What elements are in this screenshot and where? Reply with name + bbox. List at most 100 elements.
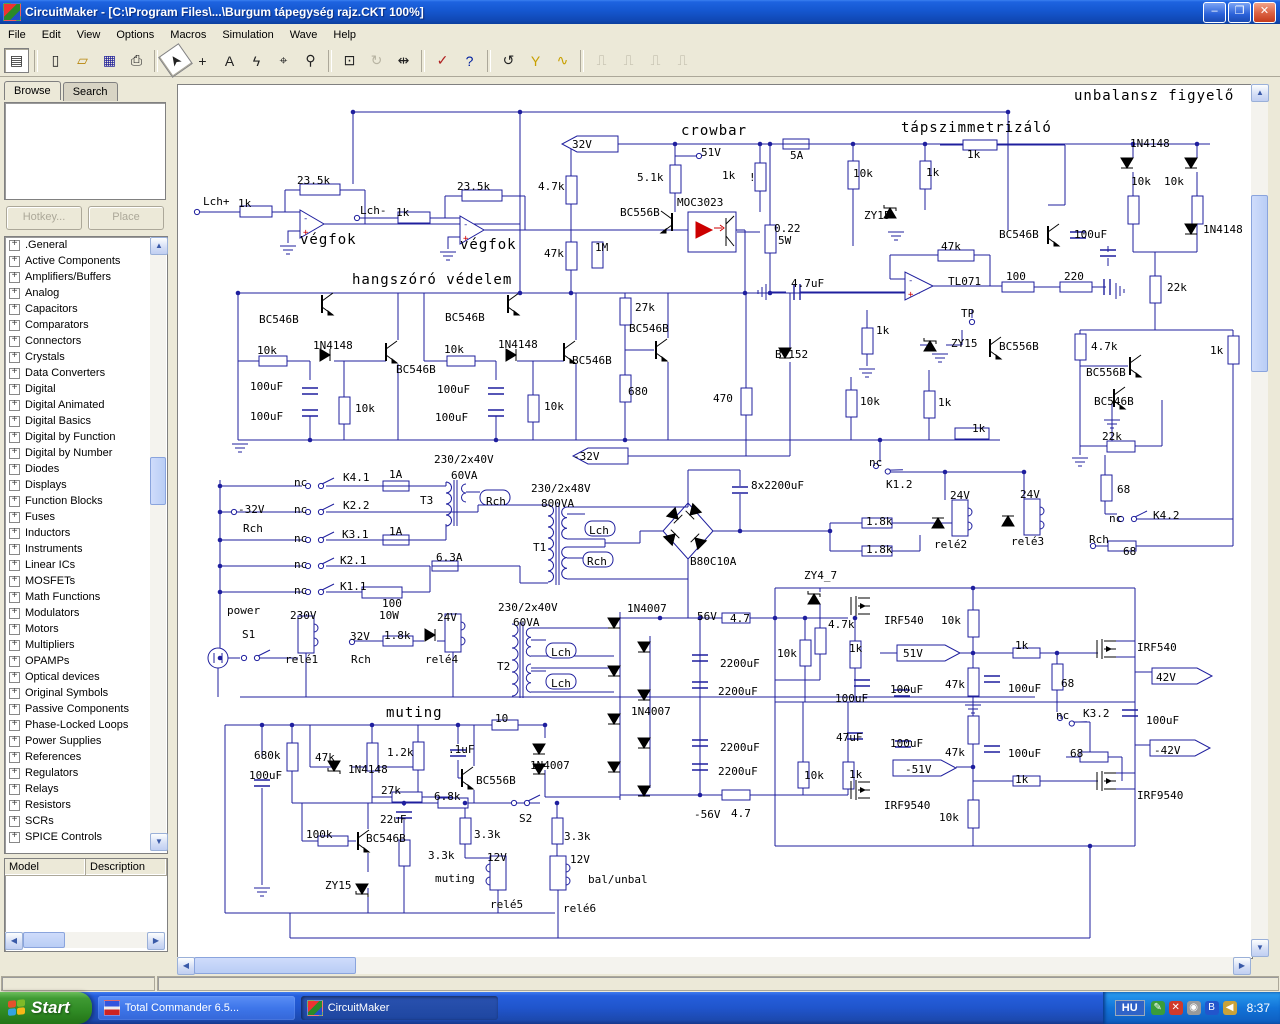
- wire-tool-icon[interactable]: +: [190, 48, 215, 73]
- expand-icon[interactable]: [9, 670, 20, 683]
- tree-item-power-supplies[interactable]: Power Supplies: [5, 733, 167, 749]
- open-file-icon[interactable]: ▱: [70, 48, 95, 73]
- help-icon[interactable]: ?: [457, 48, 482, 73]
- expand-icon[interactable]: [9, 830, 20, 843]
- expand-icon[interactable]: [9, 430, 20, 443]
- expand-icon[interactable]: [9, 382, 20, 395]
- tree-item-digital-by-function[interactable]: Digital by Function: [5, 429, 167, 445]
- task-circuitmaker[interactable]: CircuitMaker: [300, 996, 498, 1020]
- save-file-icon[interactable]: ▦: [97, 48, 122, 73]
- expand-icon[interactable]: [9, 494, 20, 507]
- tree-item-references[interactable]: References: [5, 749, 167, 765]
- tree-item-original-symbols[interactable]: Original Symbols: [5, 685, 167, 701]
- tree-item-analog[interactable]: Analog: [5, 285, 167, 301]
- tree-item-phase-locked-loops[interactable]: Phase-Locked Loops: [5, 717, 167, 733]
- model-column-header[interactable]: Model: [5, 859, 86, 875]
- menu-options[interactable]: Options: [108, 26, 162, 44]
- close-button[interactable]: ✕: [1253, 1, 1276, 23]
- digital-analog-switch-icon[interactable]: ✓: [430, 48, 455, 73]
- tree-item-resistors[interactable]: Resistors: [5, 797, 167, 813]
- menu-simulation[interactable]: Simulation: [214, 26, 281, 44]
- split-view-icon[interactable]: ⇹: [391, 48, 416, 73]
- expand-icon[interactable]: [9, 254, 20, 267]
- tree-item-opamps[interactable]: OPAMPs: [5, 653, 167, 669]
- zoom-tool-icon[interactable]: ⚲: [298, 48, 323, 73]
- volume-icon[interactable]: ◀: [1222, 1001, 1237, 1015]
- expand-icon[interactable]: [9, 478, 20, 491]
- tree-item-displays[interactable]: Displays: [5, 477, 167, 493]
- tree-item-digital-by-number[interactable]: Digital by Number: [5, 445, 167, 461]
- menu-edit[interactable]: Edit: [34, 26, 69, 44]
- tree-item-linear-ics[interactable]: Linear ICs: [5, 557, 167, 573]
- expand-icon[interactable]: [9, 686, 20, 699]
- expand-icon[interactable]: [9, 510, 20, 523]
- expand-icon[interactable]: [9, 622, 20, 635]
- expand-icon[interactable]: [9, 542, 20, 555]
- expand-icon[interactable]: [9, 286, 20, 299]
- expand-icon[interactable]: [9, 718, 20, 731]
- tablet-pen-icon[interactable]: ✎: [1150, 1001, 1165, 1015]
- tree-item-digital[interactable]: Digital: [5, 381, 167, 397]
- tree-item-crystals[interactable]: Crystals: [5, 349, 167, 365]
- scroll-up-icon[interactable]: ▲: [150, 237, 168, 255]
- tree-item-data-converters[interactable]: Data Converters: [5, 365, 167, 381]
- place-button[interactable]: Place: [88, 206, 164, 230]
- expand-icon[interactable]: [9, 270, 20, 283]
- expand-icon[interactable]: [9, 414, 20, 427]
- expand-icon[interactable]: [9, 590, 20, 603]
- scope-4-icon[interactable]: ⎍: [670, 48, 695, 73]
- scroll-right-icon[interactable]: ▶: [1233, 957, 1251, 975]
- expand-icon[interactable]: [9, 302, 20, 315]
- tree-item-optical-devices[interactable]: Optical devices: [5, 669, 167, 685]
- scope-3-icon[interactable]: ⎍: [643, 48, 668, 73]
- security-alert-icon[interactable]: ✕: [1168, 1001, 1183, 1015]
- scroll-right-icon[interactable]: ▶: [147, 932, 165, 950]
- probe-tool-icon[interactable]: ⌖: [271, 48, 296, 73]
- expand-icon[interactable]: [9, 398, 20, 411]
- tree-scrollbar[interactable]: ▲ ▼: [150, 237, 168, 851]
- expand-icon[interactable]: [9, 462, 20, 475]
- tree-scroll-thumb[interactable]: [150, 457, 166, 505]
- menu-wave[interactable]: Wave: [282, 26, 326, 44]
- bluetooth-icon[interactable]: B: [1204, 1001, 1219, 1015]
- tree-item-digital-animated[interactable]: Digital Animated: [5, 397, 167, 413]
- expand-icon[interactable]: [9, 638, 20, 651]
- select-tool-icon[interactable]: ➤: [158, 43, 193, 78]
- menu-macros[interactable]: Macros: [162, 26, 214, 44]
- expand-icon[interactable]: [9, 750, 20, 763]
- expand-icon[interactable]: [9, 814, 20, 827]
- canvas-hscroll-thumb[interactable]: [194, 957, 356, 974]
- tools-icon[interactable]: Y: [523, 48, 548, 73]
- reset-simulation-icon[interactable]: ↺: [496, 48, 521, 73]
- tree-item-active-components[interactable]: Active Components: [5, 253, 167, 269]
- tree-item-math-functions[interactable]: Math Functions: [5, 589, 167, 605]
- scroll-down-icon[interactable]: ▼: [1251, 939, 1269, 957]
- scroll-down-icon[interactable]: ▼: [150, 833, 168, 851]
- rotate-block-icon[interactable]: ↻: [364, 48, 389, 73]
- canvas-hscrollbar[interactable]: ◀ ▶: [177, 957, 1251, 975]
- tree-item-function-blocks[interactable]: Function Blocks: [5, 493, 167, 509]
- canvas-vscroll-thumb[interactable]: [1251, 195, 1268, 372]
- menu-file[interactable]: File: [0, 26, 34, 44]
- canvas-vscrollbar[interactable]: ▲ ▼: [1251, 84, 1269, 957]
- expand-icon[interactable]: [9, 654, 20, 667]
- menu-view[interactable]: View: [69, 26, 109, 44]
- language-indicator[interactable]: HU: [1114, 1000, 1145, 1016]
- tree-item-amplifiers-buffers[interactable]: Amplifiers/Buffers: [5, 269, 167, 285]
- audio-device-icon[interactable]: ◉: [1186, 1001, 1201, 1015]
- tree-item-multipliers[interactable]: Multipliers: [5, 637, 167, 653]
- scope-2-icon[interactable]: ⎍: [616, 48, 641, 73]
- expand-icon[interactable]: [9, 606, 20, 619]
- start-button[interactable]: Start: [0, 992, 92, 1024]
- expand-icon[interactable]: [9, 734, 20, 747]
- model-scroll-thumb[interactable]: [23, 932, 65, 948]
- tab-browse[interactable]: Browse: [4, 81, 61, 100]
- tree-item-scrs[interactable]: SCRs: [5, 813, 167, 829]
- expand-icon[interactable]: [9, 782, 20, 795]
- tree-item-connectors[interactable]: Connectors: [5, 333, 167, 349]
- tree-item-passive-components[interactable]: Passive Components: [5, 701, 167, 717]
- expand-icon[interactable]: [9, 766, 20, 779]
- description-column-header[interactable]: Description: [86, 859, 167, 875]
- run-waveform-icon[interactable]: ∿: [550, 48, 575, 73]
- tree-item-diodes[interactable]: Diodes: [5, 461, 167, 477]
